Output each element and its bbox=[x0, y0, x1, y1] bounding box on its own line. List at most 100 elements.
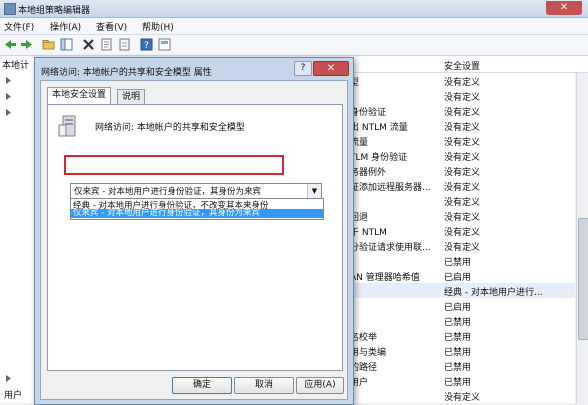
folder-up-icon[interactable] bbox=[42, 38, 55, 51]
table-row[interactable]: 已禁用 bbox=[350, 253, 575, 268]
menu-file[interactable]: 文件(F) bbox=[4, 20, 34, 33]
policy-name: 名校举 bbox=[350, 333, 378, 343]
table-row[interactable]: 的路径 已禁用 bbox=[350, 358, 575, 373]
policy-setting: 已禁用 bbox=[444, 258, 472, 268]
table-row[interactable]: 用户 已禁用 bbox=[350, 373, 575, 388]
list-header: 安全设置 bbox=[350, 56, 588, 73]
toolbar: ? bbox=[0, 35, 588, 56]
policy-name: AN 管理器哈希值 bbox=[350, 273, 420, 283]
tree-item-user-config[interactable]: 用户 bbox=[4, 388, 22, 401]
policy-setting: 经典 - 对本地用户进行... bbox=[444, 288, 543, 298]
table-row-selected[interactable]: 经典 - 对本地用户进行... bbox=[350, 283, 575, 298]
forward-icon[interactable] bbox=[20, 38, 33, 51]
policy-name: 证添加远程服务器... bbox=[350, 183, 431, 193]
settings-panel: 网络访问: 本地帐户的共享和安全模型 仅来宾 - 对本地用户进行身份验证，其身份… bbox=[47, 104, 343, 371]
policy-name: 出 NTLM 流量 bbox=[350, 123, 408, 133]
policy-setting: 没有定义 bbox=[444, 78, 481, 88]
help-icon[interactable]: ? bbox=[140, 38, 153, 51]
menu-help[interactable]: 帮助(H) bbox=[142, 20, 174, 33]
table-row[interactable]: AN 管理器哈希值 已启用 bbox=[350, 268, 575, 283]
tree-expand-icon[interactable] bbox=[4, 76, 13, 85]
dropdown-selected-value: 仅来宾 - 对本地用户进行身份验证，其身份为来宾 bbox=[74, 187, 261, 197]
show-hide-tree-icon[interactable] bbox=[60, 38, 73, 51]
policy-name: 的路径 bbox=[350, 363, 378, 373]
policy-list: 型没有定义 没有定义 身份验证 没有定义 出 NTLM 流量 没有定义 流量 没有定义… bbox=[350, 73, 575, 403]
tab-explain[interactable]: 说明 bbox=[117, 89, 146, 104]
policy-setting: 已禁用 bbox=[444, 333, 472, 343]
chevron-down-icon[interactable]: ▼ bbox=[307, 184, 321, 198]
policy-setting: 已启用 bbox=[444, 303, 472, 313]
policy-editor-icon bbox=[4, 3, 16, 15]
svg-text:?: ? bbox=[144, 41, 149, 51]
policy-setting: 已禁用 bbox=[444, 363, 472, 373]
tree-expand-icon[interactable] bbox=[4, 92, 13, 101]
table-row[interactable]: 出 NTLM 流量 没有定义 bbox=[350, 118, 575, 133]
table-row[interactable]: 名校举 已禁用 bbox=[350, 328, 575, 343]
dialog-close-button[interactable]: ✕ bbox=[313, 61, 349, 76]
policy-setting: 没有定义 bbox=[444, 93, 481, 103]
table-row[interactable]: 流量 没有定义 bbox=[350, 133, 575, 148]
window-title: 本地组策略编辑器 bbox=[18, 6, 91, 16]
red-annotation-box bbox=[64, 155, 284, 175]
table-row[interactable]: TLM 身份验证 没有定义 bbox=[350, 148, 575, 163]
policy-setting: 已启用 bbox=[444, 273, 472, 283]
dialog-title: 网络访问: 本地帐户的共享和安全模型 属性 bbox=[41, 68, 212, 78]
dropdown-options-list: 经典 - 对本地用户进行身份验证，不改变其本来身份 仅来宾 - 对本地用户进行身… bbox=[70, 198, 324, 220]
policy-setting: 没有定义 bbox=[444, 183, 481, 193]
policy-setting: 没有定义 bbox=[444, 243, 481, 253]
ok-button[interactable]: 确定 bbox=[172, 377, 232, 394]
table-row[interactable]: 身份验证 没有定义 bbox=[350, 103, 575, 118]
table-row[interactable]: 于 NTLM 没有定义 bbox=[350, 223, 575, 238]
tree-expand-icon[interactable] bbox=[4, 374, 13, 383]
export-list-icon[interactable] bbox=[118, 38, 131, 51]
table-row[interactable]: 已禁用 bbox=[350, 313, 575, 328]
table-row[interactable]: 分验证请求使用联... 没有定义 bbox=[350, 238, 575, 253]
column-security-setting[interactable]: 安全设置 bbox=[444, 59, 480, 72]
table-row[interactable]: 用与类编 已禁用 bbox=[350, 343, 575, 358]
table-row[interactable]: 没有定义 bbox=[350, 88, 575, 103]
table-row[interactable]: 回退 没有定义 bbox=[350, 208, 575, 223]
sharing-model-dropdown[interactable]: 仅来宾 - 对本地用户进行身份验证，其身份为来宾 ▼ bbox=[70, 183, 322, 199]
policy-name: 务器例外 bbox=[350, 168, 387, 178]
apply-button[interactable]: 应用(A) bbox=[296, 377, 344, 394]
vertical-scrollbar[interactable] bbox=[576, 73, 588, 403]
table-row[interactable]: 证添加远程服务器... 没有定义 bbox=[350, 178, 575, 193]
table-row[interactable]: 没有定义 bbox=[350, 388, 575, 403]
dialog-body: 本地安全设置 说明 网络访问: 本地帐户的共享和安全模型 仅来宾 - 对本地用户… bbox=[40, 80, 348, 400]
policy-setting: 没有定义 bbox=[444, 213, 481, 223]
tree-pane: 本地计 用户 bbox=[0, 56, 37, 403]
table-row[interactable]: 已启用 bbox=[350, 298, 575, 313]
menu-action[interactable]: 操作(A) bbox=[50, 20, 81, 33]
menu-view[interactable]: 查看(V) bbox=[96, 20, 127, 33]
scrollbar-thumb[interactable] bbox=[578, 218, 588, 340]
tree-header: 本地计 bbox=[2, 61, 30, 71]
option-guest-only-highlighted[interactable]: 仅来宾 - 对本地用户进行身份验证，其身份为来宾 bbox=[71, 209, 323, 218]
cancel-button[interactable]: 取消 bbox=[234, 377, 294, 394]
policy-name: TLM 身份验证 bbox=[350, 153, 408, 163]
policy-setting: 没有定义 bbox=[444, 168, 481, 178]
policy-name: 于 NTLM bbox=[350, 228, 387, 238]
policy-setting: 已禁用 bbox=[444, 318, 472, 328]
policy-setting: 没有定义 bbox=[444, 153, 481, 163]
title-bar: 本地组策略编辑器 ✕ bbox=[0, 0, 588, 18]
tab-local-security-setting[interactable]: 本地安全设置 bbox=[47, 87, 112, 105]
dialog-help-button[interactable]: ? bbox=[294, 61, 312, 76]
view-icon[interactable] bbox=[158, 38, 171, 51]
policy-setting: 已禁用 bbox=[444, 378, 472, 388]
back-icon[interactable] bbox=[4, 38, 17, 51]
tree-expand-icon[interactable] bbox=[4, 108, 13, 117]
menu-bar: 文件(F) 操作(A) 查看(V) 帮助(H) bbox=[0, 18, 588, 35]
policy-setting: 已禁用 bbox=[444, 348, 472, 358]
window-close-button[interactable]: ✕ bbox=[546, 1, 582, 15]
policy-setting: 没有定义 bbox=[444, 393, 481, 403]
delete-icon[interactable] bbox=[82, 38, 95, 51]
properties-icon[interactable] bbox=[100, 38, 113, 51]
policy-name: 分验证请求使用联... bbox=[350, 243, 431, 253]
policy-setting: 没有定义 bbox=[444, 138, 481, 148]
policy-setting: 没有定义 bbox=[444, 198, 481, 208]
properties-dialog: 网络访问: 本地帐户的共享和安全模型 属性 ? ✕ 本地安全设置 说明 网络访问… bbox=[34, 57, 354, 405]
table-row[interactable]: 没有定义 bbox=[350, 193, 575, 208]
table-row[interactable]: 务器例外 没有定义 bbox=[350, 163, 575, 178]
table-row[interactable]: 型没有定义 bbox=[350, 73, 575, 88]
policy-name-label: 网络访问: 本地帐户的共享和安全模型 bbox=[95, 123, 245, 133]
